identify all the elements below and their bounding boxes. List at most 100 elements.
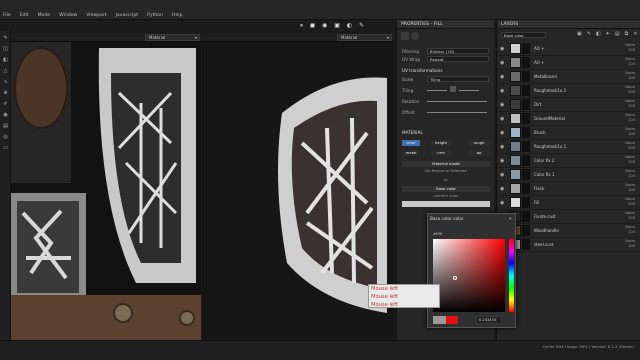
previous-color-swatch[interactable] xyxy=(433,316,446,324)
layer-name[interactable]: Color fix 2 xyxy=(534,158,554,163)
camera-icon[interactable]: ◼ xyxy=(310,22,315,29)
layer-name[interactable]: AO + xyxy=(534,60,544,65)
menu-file[interactable]: File xyxy=(3,13,11,18)
layer-row[interactable]: ◉ Color fix 1 Norm 100 xyxy=(497,168,640,182)
layer-row[interactable]: ◉ Fleck Norm 100 xyxy=(497,182,640,196)
visibility-eye-icon[interactable]: ◉ xyxy=(500,46,504,52)
no-resource-text[interactable]: No Resource Selected xyxy=(402,168,490,174)
layer-blend[interactable]: Norm 100 xyxy=(625,225,635,235)
layer-blend[interactable]: Norm 100 xyxy=(625,155,635,165)
light-icon[interactable]: ◐ xyxy=(347,22,352,29)
cube-icon[interactable]: ▣ xyxy=(334,22,340,29)
layer-name[interactable]: Brush xyxy=(534,130,546,135)
layer-name[interactable]: Metalbrand xyxy=(534,74,557,79)
uv-section-title[interactable]: UV transformations xyxy=(402,68,443,73)
layer-blend[interactable]: Norm 100 xyxy=(625,141,635,151)
menu-window[interactable]: Window xyxy=(59,13,77,18)
3d-viewport[interactable]: Material ▾ xyxy=(202,33,394,340)
layer-name[interactable]: Fill xyxy=(534,200,539,205)
scale-select[interactable]: Tiling xyxy=(427,76,489,82)
pause-icon[interactable]: ⏸ xyxy=(300,22,303,30)
visibility-eye-icon[interactable]: ◉ xyxy=(500,158,504,164)
delete-icon[interactable]: ✕ xyxy=(633,31,637,37)
layer-name[interactable]: Color fix 1 xyxy=(534,172,554,177)
layer-row[interactable]: ◉ Roughmask1a 1 Norm 100 xyxy=(497,140,640,154)
material-icon[interactable]: ◎ xyxy=(0,132,11,141)
layer-row[interactable]: ◉WoodhandleNorm100 xyxy=(497,224,640,238)
close-icon[interactable]: ✕ xyxy=(509,216,512,221)
filtering-select[interactable]: Bilinear | HQ xyxy=(427,48,489,54)
base-color-swatch[interactable] xyxy=(402,201,490,207)
value-field[interactable]: 0.243453 xyxy=(476,316,502,324)
layer-name[interactable]: Roughmask1a 1 xyxy=(534,144,566,149)
add-effect-icon[interactable]: ✦ xyxy=(606,31,610,37)
saturation-value-field[interactable] xyxy=(433,239,505,312)
rotation-slider[interactable] xyxy=(427,101,487,102)
smudge-icon[interactable]: ∿ xyxy=(0,77,11,86)
hex-value[interactable]: #f00 xyxy=(433,231,442,236)
layer-row[interactable]: ◉ Brush Norm 100 xyxy=(497,126,640,140)
camera-tool-icon[interactable]: ▭ xyxy=(0,143,11,152)
visibility-eye-icon[interactable]: ◉ xyxy=(500,172,504,178)
visibility-eye-icon[interactable]: ◉ xyxy=(500,88,504,94)
layer-blend[interactable]: Norm 100 xyxy=(625,169,635,179)
layer-blend[interactable]: Norm 100 xyxy=(625,183,635,193)
picker-icon[interactable]: ✐ xyxy=(0,99,11,108)
uv-viewport[interactable]: Material ▾ xyxy=(11,33,201,340)
menu-help[interactable]: Help xyxy=(172,13,182,18)
layer-row[interactable]: ◉ Dirt Norm 100 xyxy=(497,98,640,112)
layer-row[interactable]: ◉Fixate.custNorm100 xyxy=(497,210,640,224)
layer-name[interactable]: steel.cust xyxy=(534,242,553,247)
channel-metal[interactable]: metal xyxy=(402,150,420,156)
layer-name[interactable]: Roughmask1a 2 xyxy=(534,88,566,93)
add-paint-icon[interactable]: ✎ xyxy=(587,31,591,37)
projection-icon[interactable]: ◧ xyxy=(0,55,11,64)
channel-color[interactable]: color xyxy=(402,140,420,146)
layer-row[interactable]: ◉ GroundMaterial Norm 100 xyxy=(497,112,640,126)
layer-blend[interactable]: Norm 100 xyxy=(625,211,635,221)
menu-javascript[interactable]: Javascript xyxy=(116,13,139,18)
layer-blend[interactable]: Norm 100 xyxy=(625,127,635,137)
polyfill-icon[interactable]: △ xyxy=(0,66,11,75)
screenshot-icon[interactable]: ◉ xyxy=(322,22,327,29)
layer-row[interactable]: ◉steel.custNorm100 xyxy=(497,238,640,252)
layer-blend[interactable]: Norm 100 xyxy=(625,113,635,123)
current-color-swatch[interactable] xyxy=(445,316,458,324)
tiling-slider-2[interactable] xyxy=(459,90,479,91)
material-sphere-icon[interactable] xyxy=(411,32,419,40)
channel-ao[interactable]: ao xyxy=(469,150,489,156)
uvwrap-select[interactable]: Repeat xyxy=(427,56,489,62)
add-fill-icon[interactable]: ▣ xyxy=(577,31,582,37)
offset-slider[interactable] xyxy=(427,112,487,113)
channel-nrm[interactable]: nrm xyxy=(431,150,451,156)
visibility-eye-icon[interactable]: ◉ xyxy=(500,116,504,122)
layer-blend[interactable]: Norm 100 xyxy=(625,99,635,109)
layer-name[interactable]: GroundMaterial xyxy=(534,116,565,121)
eraser-icon[interactable]: ◫ xyxy=(0,44,11,53)
channel-height[interactable]: height xyxy=(431,140,451,146)
layer-blend[interactable]: Norm 100 xyxy=(625,239,635,249)
paint-brush-icon[interactable]: ✎ xyxy=(0,33,11,42)
layer-row[interactable]: ◉ Roughmask1a 2 Norm 100 xyxy=(497,84,640,98)
fill-icon[interactable] xyxy=(401,32,409,40)
layer-name[interactable]: Fleck xyxy=(534,186,544,191)
layer-blend[interactable]: Norm 100 xyxy=(625,85,635,95)
3d-view-mode-select[interactable]: Material ▾ xyxy=(337,34,392,41)
visibility-eye-icon[interactable]: ◉ xyxy=(500,186,504,192)
layer-row[interactable]: ◉ Metalbrand Norm 100 xyxy=(497,70,640,84)
layer-row[interactable]: ◉ Color fix 2 Norm 100 xyxy=(497,154,640,168)
settings-icon[interactable]: ✎ xyxy=(359,22,364,29)
visibility-eye-icon[interactable]: ◉ xyxy=(500,200,504,206)
color-cursor[interactable] xyxy=(453,276,457,280)
hue-slider[interactable] xyxy=(509,239,514,312)
visibility-eye-icon[interactable]: ◉ xyxy=(500,74,504,80)
lock-icon[interactable] xyxy=(450,86,456,92)
menu-mode[interactable]: Mode xyxy=(38,13,51,18)
visibility-eye-icon[interactable]: ◉ xyxy=(500,144,504,150)
layer-name[interactable]: AO + xyxy=(534,46,544,51)
layer-name[interactable]: Fixate.cust xyxy=(534,214,556,219)
layer-channel-select[interactable]: Base color xyxy=(501,32,546,38)
layer-name[interactable]: Dirt xyxy=(534,102,541,107)
layer-row[interactable]: ◉ AO + Norm 100 xyxy=(497,42,640,56)
visibility-eye-icon[interactable]: ◉ xyxy=(500,60,504,66)
